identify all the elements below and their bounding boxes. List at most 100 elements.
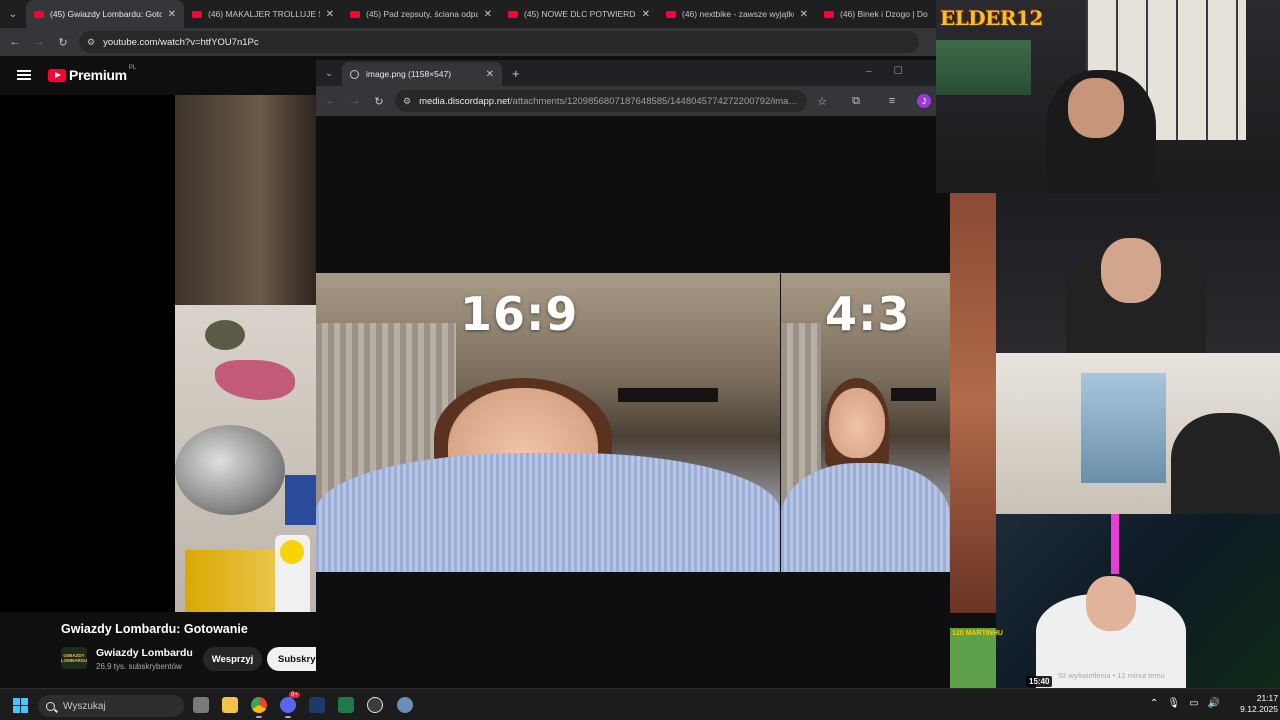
channel-name[interactable]: Gwiazdy Lombardu (96, 647, 193, 659)
browser-toolbar: ← → ↻ ⚙ youtube.com/watch?v=htfYOU7n1Pc (0, 28, 936, 56)
discord-badge: 9+ (289, 692, 300, 698)
taskbar-search[interactable]: Wyszukaj (38, 695, 184, 717)
video-scene-bowl (205, 320, 245, 350)
video-player-letterbox[interactable] (0, 95, 175, 612)
minimize-icon[interactable]: – (866, 66, 894, 77)
youtube-play-icon (48, 68, 66, 82)
taskbar: Wyszukaj 9+ ⌃🎙▭🔊 (0, 688, 1280, 720)
tray-chevron-icon[interactable]: ⌃ (1150, 698, 1167, 709)
popup-tab-image[interactable]: image.png (1158×547) ✕ (342, 62, 502, 86)
image-sweater (781, 463, 950, 572)
tab-search-dropdown-icon[interactable]: ⌄ (316, 68, 342, 79)
channel-avatar[interactable]: GWIAZDY LOMBARDU (61, 647, 87, 669)
image-sweater (316, 453, 780, 572)
close-tab-icon[interactable]: ✕ (486, 69, 494, 80)
overlay-logo-number: 12 (1016, 6, 1043, 30)
channel-avatar-text-2: LOMBARDU (60, 658, 88, 663)
profile-avatar[interactable]: J (917, 94, 931, 108)
browser-tab-6[interactable]: (46) Binek i Dzogo | Domek (816, 0, 936, 28)
tab-search-dropdown-icon[interactable]: ⌄ (0, 0, 26, 28)
chrome-icon[interactable] (251, 697, 267, 718)
comparison-image: 16:9 4:3 (316, 273, 950, 572)
settings-gear-icon[interactable] (397, 697, 413, 713)
popup-toolbar: ← → ↻ ⚙ media.discordapp.net /attachment… (316, 86, 950, 116)
image-popup-window: ⌄ image.png (1158×547) ✕ + –☐ ← → ↻ ⚙ me… (316, 60, 950, 688)
browser-tab-1[interactable]: (45) Gwiazdy Lombardu: Gotow ✕ (26, 0, 184, 28)
taskbar-clock[interactable]: 21:17 9.12.2025 (1222, 693, 1278, 715)
obs-icon[interactable] (367, 697, 383, 713)
camera-person (1171, 413, 1280, 514)
back-icon[interactable]: ← (3, 36, 27, 48)
image-panel-4-3: 4:3 (781, 273, 950, 572)
video-scene-package (185, 550, 275, 612)
video-scene-wall (175, 95, 316, 335)
overlay-side-strip (950, 193, 996, 613)
file-explorer-icon[interactable] (222, 697, 238, 713)
address-bar[interactable]: ⚙ youtube.com/watch?v=htfYOU7n1Pc (79, 31, 919, 53)
video-scene-box (285, 475, 316, 525)
close-tab-icon[interactable]: ✕ (800, 9, 808, 20)
tab-title: (45) Gwiazdy Lombardu: Gotow (50, 9, 162, 19)
youtube-favicon-icon (192, 10, 202, 18)
task-view-icon[interactable] (193, 697, 209, 713)
camera-face (1086, 576, 1136, 631)
excel-icon[interactable] (338, 697, 354, 713)
browser-tab-4[interactable]: (45) NOWE DLC POTWIERDZON ✕ (500, 0, 658, 28)
forward-icon[interactable]: → (27, 36, 51, 48)
image-tv (618, 388, 718, 402)
popup-address-bar[interactable]: ⚙ media.discordapp.net /attachments/1209… (395, 90, 807, 112)
ratio-label-4-3: 4:3 (825, 287, 911, 341)
support-button[interactable]: Wesprzyj (203, 647, 262, 671)
maximize-icon[interactable]: ☐ (894, 66, 925, 77)
bookmark-star-icon[interactable]: ☆ (807, 95, 837, 108)
site-settings-icon[interactable]: ⚙ (403, 96, 411, 107)
menu-icon[interactable] (17, 70, 31, 80)
close-tab-icon[interactable]: ✕ (642, 9, 650, 20)
youtube-favicon-icon (350, 10, 360, 18)
overlay-logo-text: ELDER (940, 6, 1017, 30)
forward-icon[interactable]: → (343, 95, 367, 107)
tab-title: (45) Pad zepsuty, ściana odpad (366, 9, 478, 19)
globe-icon (350, 69, 359, 79)
close-tab-icon[interactable]: ✕ (168, 9, 176, 20)
browser-tab-5[interactable]: (46) nextbike - zawsze wyjątkow ✕ (658, 0, 816, 28)
extensions-icon[interactable]: ⧉ (841, 95, 871, 108)
media-control-icon[interactable]: ≡ (877, 95, 907, 107)
camera-face (1068, 78, 1124, 138)
close-tab-icon[interactable]: ✕ (484, 9, 492, 20)
browser-tab-3[interactable]: (45) Pad zepsuty, ściana odpad ✕ (342, 0, 500, 28)
windows-start-icon[interactable] (13, 698, 28, 713)
popup-tab-strip: ⌄ image.png (1158×547) ✕ + (316, 60, 950, 86)
microphone-icon[interactable]: 🎙 (1167, 698, 1189, 709)
video-player[interactable] (175, 95, 316, 612)
youtube-favicon-icon (508, 10, 518, 18)
back-icon[interactable]: ← (319, 95, 343, 107)
network-icon[interactable]: ▭ (1189, 698, 1207, 709)
new-tab-icon[interactable]: + (512, 66, 520, 81)
camera-window (1081, 373, 1166, 483)
popup-tab-title: image.png (1158×547) (366, 69, 452, 79)
site-settings-icon[interactable]: ⚙ (87, 37, 95, 48)
address-url: youtube.com/watch?v=htfYOU7n1Pc (103, 36, 259, 48)
steam-icon[interactable] (309, 697, 325, 713)
tab-title: (46) nextbike - zawsze wyjątkow (682, 9, 794, 19)
pepe-emote (950, 628, 996, 688)
reload-icon[interactable]: ↻ (51, 36, 75, 49)
discord-icon[interactable]: 9+ (280, 692, 300, 718)
video-title: Gwiazdy Lombardu: Gotowanie (61, 622, 248, 636)
close-tab-icon[interactable]: ✕ (326, 9, 334, 20)
region-code: PL (128, 65, 137, 71)
window-controls: –☐ (866, 66, 925, 77)
system-tray: ⌃🎙▭🔊 (1150, 698, 1229, 709)
taskbar-search-placeholder: Wyszukaj (63, 700, 106, 712)
youtube-logo[interactable]: Premium PL (48, 65, 137, 83)
camera-face (1101, 238, 1161, 303)
video-scene-cap (280, 540, 304, 564)
browser-tab-2[interactable]: (46) MAKALJER TROLLUJE Spot ✕ (184, 0, 342, 28)
tab-title: (46) Binek i Dzogo | Domek (840, 9, 928, 19)
ratio-label-16-9: 16:9 (460, 287, 579, 341)
camera-aquarium (936, 40, 1031, 95)
reload-icon[interactable]: ↻ (367, 95, 391, 108)
tab-title: (45) NOWE DLC POTWIERDZON (524, 9, 636, 19)
search-icon (46, 701, 55, 711)
